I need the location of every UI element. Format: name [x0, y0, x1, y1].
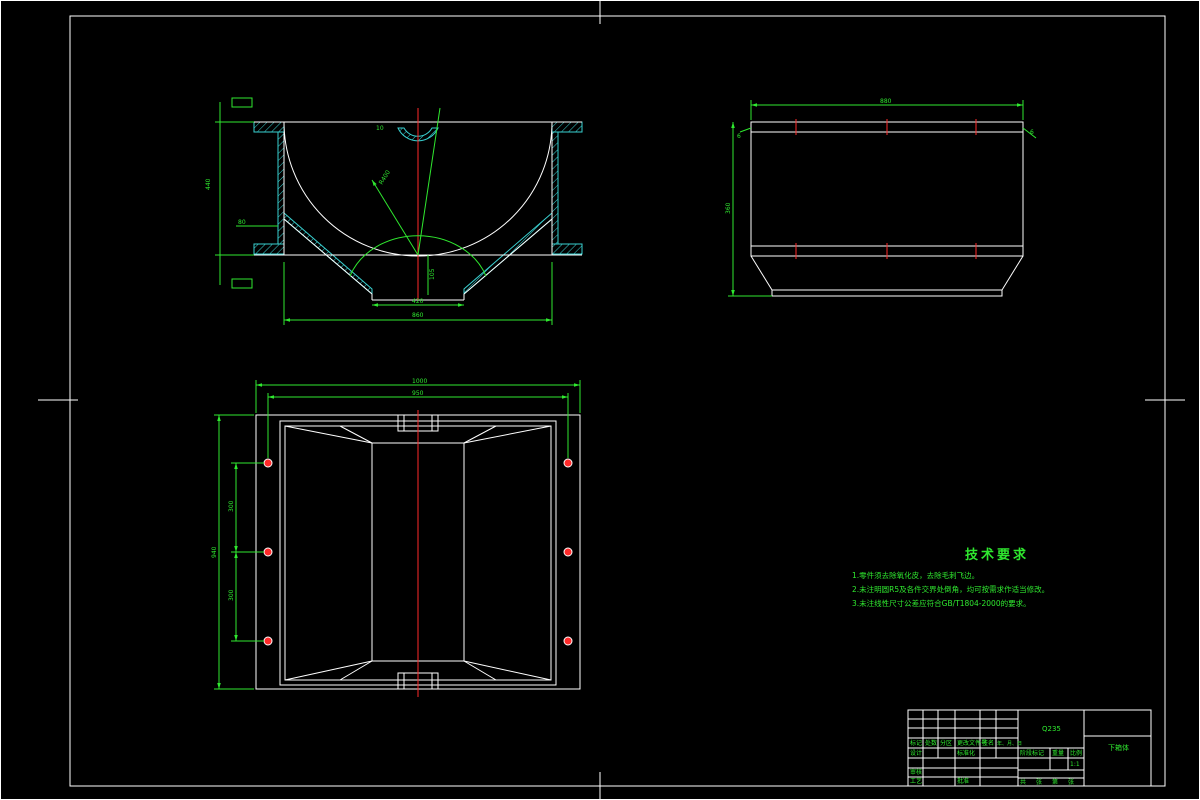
technical-requirements: 技术要求 1.零件须去除氧化皮，去除毛刺飞边。 2.未注明圆R5及各件交界处倒角… — [852, 544, 1172, 611]
dim-plan-height: 940 — [211, 546, 218, 558]
tb-label-9: 工艺 — [910, 777, 922, 785]
tb-label-7: 标准化 — [957, 749, 975, 757]
tb-label-16: 第 — [1052, 778, 1058, 786]
dim-front-height: 440 — [205, 178, 212, 190]
dim-side-weld-left: 6 — [737, 133, 741, 140]
dim-front-flange: 80 — [238, 219, 246, 226]
dim-plan-inner: 950 — [412, 390, 424, 397]
tb-label-11: 阶段标记 — [1020, 749, 1044, 757]
dim-side-weld-right: 6 — [1030, 129, 1034, 136]
side-view: 880 360 6 6 — [725, 98, 1037, 297]
side-outline — [750, 121, 1024, 297]
dim-plan-spacing-1: 300 — [228, 500, 235, 512]
side-dimensions — [728, 100, 1037, 297]
outer-border — [0, 0, 1200, 800]
technical-requirement-1: 1.零件须去除氧化皮，去除毛刺飞边。 — [852, 571, 980, 580]
dim-plan-width: 1000 — [412, 378, 427, 385]
technical-requirements-title: 技术要求 — [964, 548, 1029, 563]
tb-label-2: 分区 — [940, 739, 952, 747]
tb-label-17: 张 — [1068, 778, 1074, 786]
dim-front-radius: R400 — [378, 169, 392, 186]
tb-label-4: 签名 — [982, 739, 994, 747]
dim-front-thk: 10 — [376, 125, 384, 132]
dim-front-depth: 105 — [429, 268, 436, 280]
title-block: 标记 处数 分区 更改文件号 签名 年、月、日 设计 标准化 审核 工艺 批准 … — [907, 709, 1152, 787]
tb-label-12: 重量 — [1052, 749, 1064, 757]
tb-label-10: 批准 — [957, 777, 969, 785]
tb-part-name: 下箱体 — [1108, 743, 1129, 752]
tb-label-0: 标记 — [910, 739, 922, 747]
side-centerlines — [795, 119, 977, 259]
tb-label-8: 审核 — [910, 768, 922, 776]
tb-material: Q235 — [1042, 725, 1061, 733]
dim-front-width: 860 — [412, 312, 424, 319]
front-section-view: 440 860 420 R400 105 80 10 — [205, 97, 583, 325]
tb-label-5: 年、月、日 — [997, 740, 1022, 747]
plan-dimension-texts: 1000 950 940 300 300 — [211, 378, 427, 601]
dim-plan-spacing-2: 300 — [228, 589, 235, 601]
technical-requirement-2: 2.未注明圆R5及各件交界处倒角，均可按需求作适当修改。 — [852, 585, 1050, 594]
technical-requirement-3: 3.未注线性尺寸公差应符合GB/T1804-2000的要求。 — [852, 599, 1031, 608]
front-dimension-texts: 440 860 420 R400 105 80 10 — [205, 125, 436, 319]
side-dimension-texts: 880 360 6 6 — [725, 98, 1034, 214]
cad-drawing-sheet: 440 860 420 R400 105 80 10 880 360 6 6 1… — [0, 0, 1200, 800]
tb-label-14: 共 — [1020, 778, 1026, 786]
dim-front-bottom: 420 — [412, 298, 424, 305]
tb-label-1: 处数 — [925, 739, 937, 747]
dim-side-width: 880 — [880, 98, 892, 105]
tb-label-13: 比例 — [1070, 749, 1082, 757]
drawing-frame — [0, 0, 1200, 800]
plan-view: 1000 950 940 300 300 — [211, 378, 581, 697]
tb-label-15: 张 — [1036, 778, 1042, 786]
tb-scale: 1:1 — [1070, 761, 1080, 768]
dim-side-height: 360 — [725, 202, 732, 214]
tb-label-6: 设计 — [910, 749, 922, 757]
